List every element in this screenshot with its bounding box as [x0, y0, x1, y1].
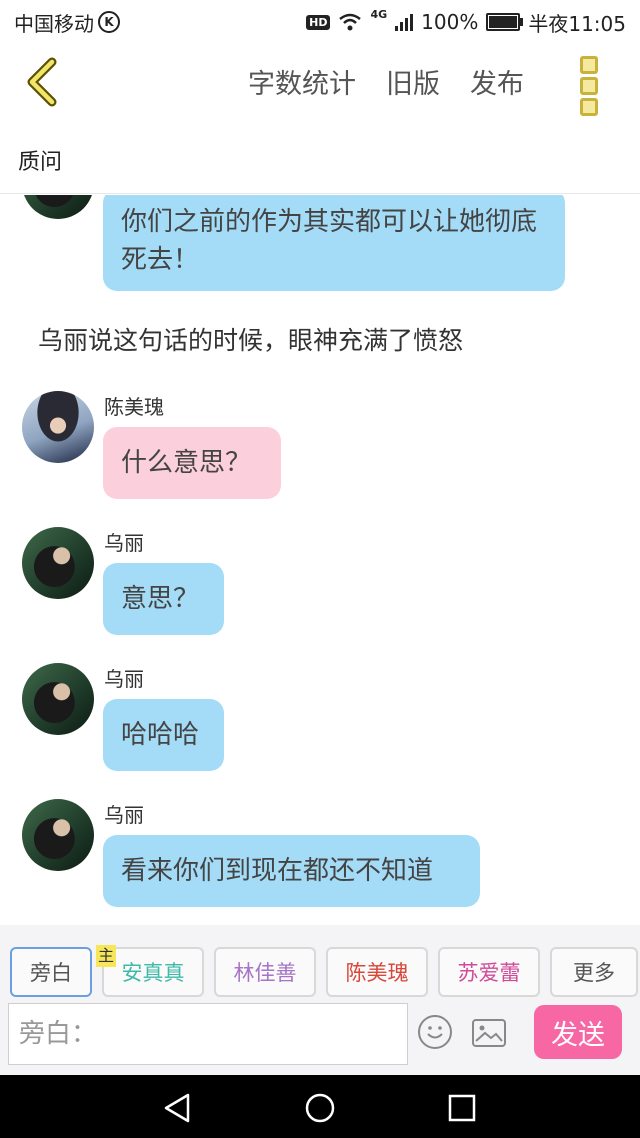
battery-icon [486, 13, 524, 31]
image-icon[interactable] [472, 1019, 506, 1047]
speaker-name: 乌丽 [104, 803, 144, 827]
wifi-icon [339, 13, 362, 31]
chevron-left-icon [27, 57, 57, 107]
nav-home-icon[interactable] [303, 1091, 337, 1125]
k-icon: K [98, 11, 120, 33]
role-label: 更多 [573, 961, 615, 985]
emoji-icon[interactable] [418, 1015, 452, 1049]
battery-percent: 100% [421, 10, 479, 34]
publish-button[interactable]: 发布 [470, 62, 524, 101]
carrier-label: 中国移动 [14, 11, 94, 36]
speaker-name: 陈美瑰 [104, 395, 164, 419]
nav-recents-icon[interactable] [445, 1091, 479, 1125]
speaker-name: 乌丽 [104, 667, 144, 691]
avatar[interactable] [22, 799, 94, 871]
message-bubble[interactable]: 哈哈哈 [103, 699, 224, 771]
status-left: 中国移动 K [14, 8, 120, 37]
chat-area[interactable]: 你们之前的作为其实都可以让她彻底死去！ 乌丽说这句话的时候，眼神充满了愤怒 陈美… [0, 195, 640, 925]
role-chenmeigui-button[interactable]: 陈美瑰 [326, 947, 428, 997]
message-bubble[interactable]: 什么意思？ [103, 427, 281, 499]
status-bar: 中国移动 K HD 4G 100% 半夜11:05 [0, 0, 640, 44]
narration-text[interactable]: 乌丽说这句话的时候，眼神充满了愤怒 [38, 321, 463, 357]
nav-back-icon[interactable] [160, 1091, 194, 1125]
status-right: HD 4G 100% 半夜11:05 [306, 8, 626, 37]
role-label: 旁白 [30, 961, 72, 985]
speaker-name: 乌丽 [104, 531, 144, 555]
system-nav-bar [0, 1075, 640, 1138]
avatar[interactable] [22, 663, 94, 735]
role-label: 林佳善 [233, 961, 297, 985]
back-button[interactable] [20, 56, 64, 108]
chapter-title: 质问 [0, 122, 640, 194]
send-button[interactable]: 发送 [534, 1005, 622, 1059]
message-input[interactable] [9, 1004, 407, 1064]
role-label: 陈美瑰 [345, 961, 409, 985]
role-label: 安真真 [121, 961, 185, 985]
network-type: 4G [370, 7, 388, 21]
role-anzhenzhen-button[interactable]: 主 安真真 [96, 945, 204, 997]
role-suailei-button[interactable]: 苏爱蕾 [438, 947, 540, 997]
message-bubble[interactable]: 你们之前的作为其实都可以让她彻底死去！ [103, 195, 565, 291]
avatar[interactable] [22, 195, 94, 219]
role-selector: 旁白 主 安真真 林佳善 陈美瑰 苏爱蕾 更多 [10, 945, 638, 997]
message-bubble[interactable]: 意思？ [103, 563, 224, 635]
top-header: 字数统计 旧版 发布 [0, 44, 640, 122]
word-count-button[interactable]: 字数统计 [248, 62, 356, 101]
role-linjiashan-button[interactable]: 林佳善 [214, 947, 316, 997]
role-narrator-button[interactable]: 旁白 [10, 947, 92, 997]
more-roles-button[interactable]: 更多 [550, 947, 638, 997]
message-bubble[interactable]: 看来你们到现在都还不知道 [103, 835, 480, 907]
old-version-button[interactable]: 旧版 [386, 62, 440, 101]
role-label: 苏爱蕾 [457, 961, 521, 985]
clock: 半夜11:05 [528, 11, 626, 36]
avatar[interactable] [22, 391, 94, 463]
hd-badge: HD [306, 14, 331, 30]
header-actions: 字数统计 旧版 发布 [248, 62, 524, 101]
signal-icon [395, 14, 414, 31]
composer-panel: 旁白 主 安真真 林佳善 陈美瑰 苏爱蕾 更多 发送 [0, 925, 640, 1075]
protagonist-badge: 主 [96, 945, 117, 967]
avatar[interactable] [22, 527, 94, 599]
message-input-wrapper [8, 1003, 408, 1065]
more-menu-icon[interactable] [578, 56, 600, 116]
